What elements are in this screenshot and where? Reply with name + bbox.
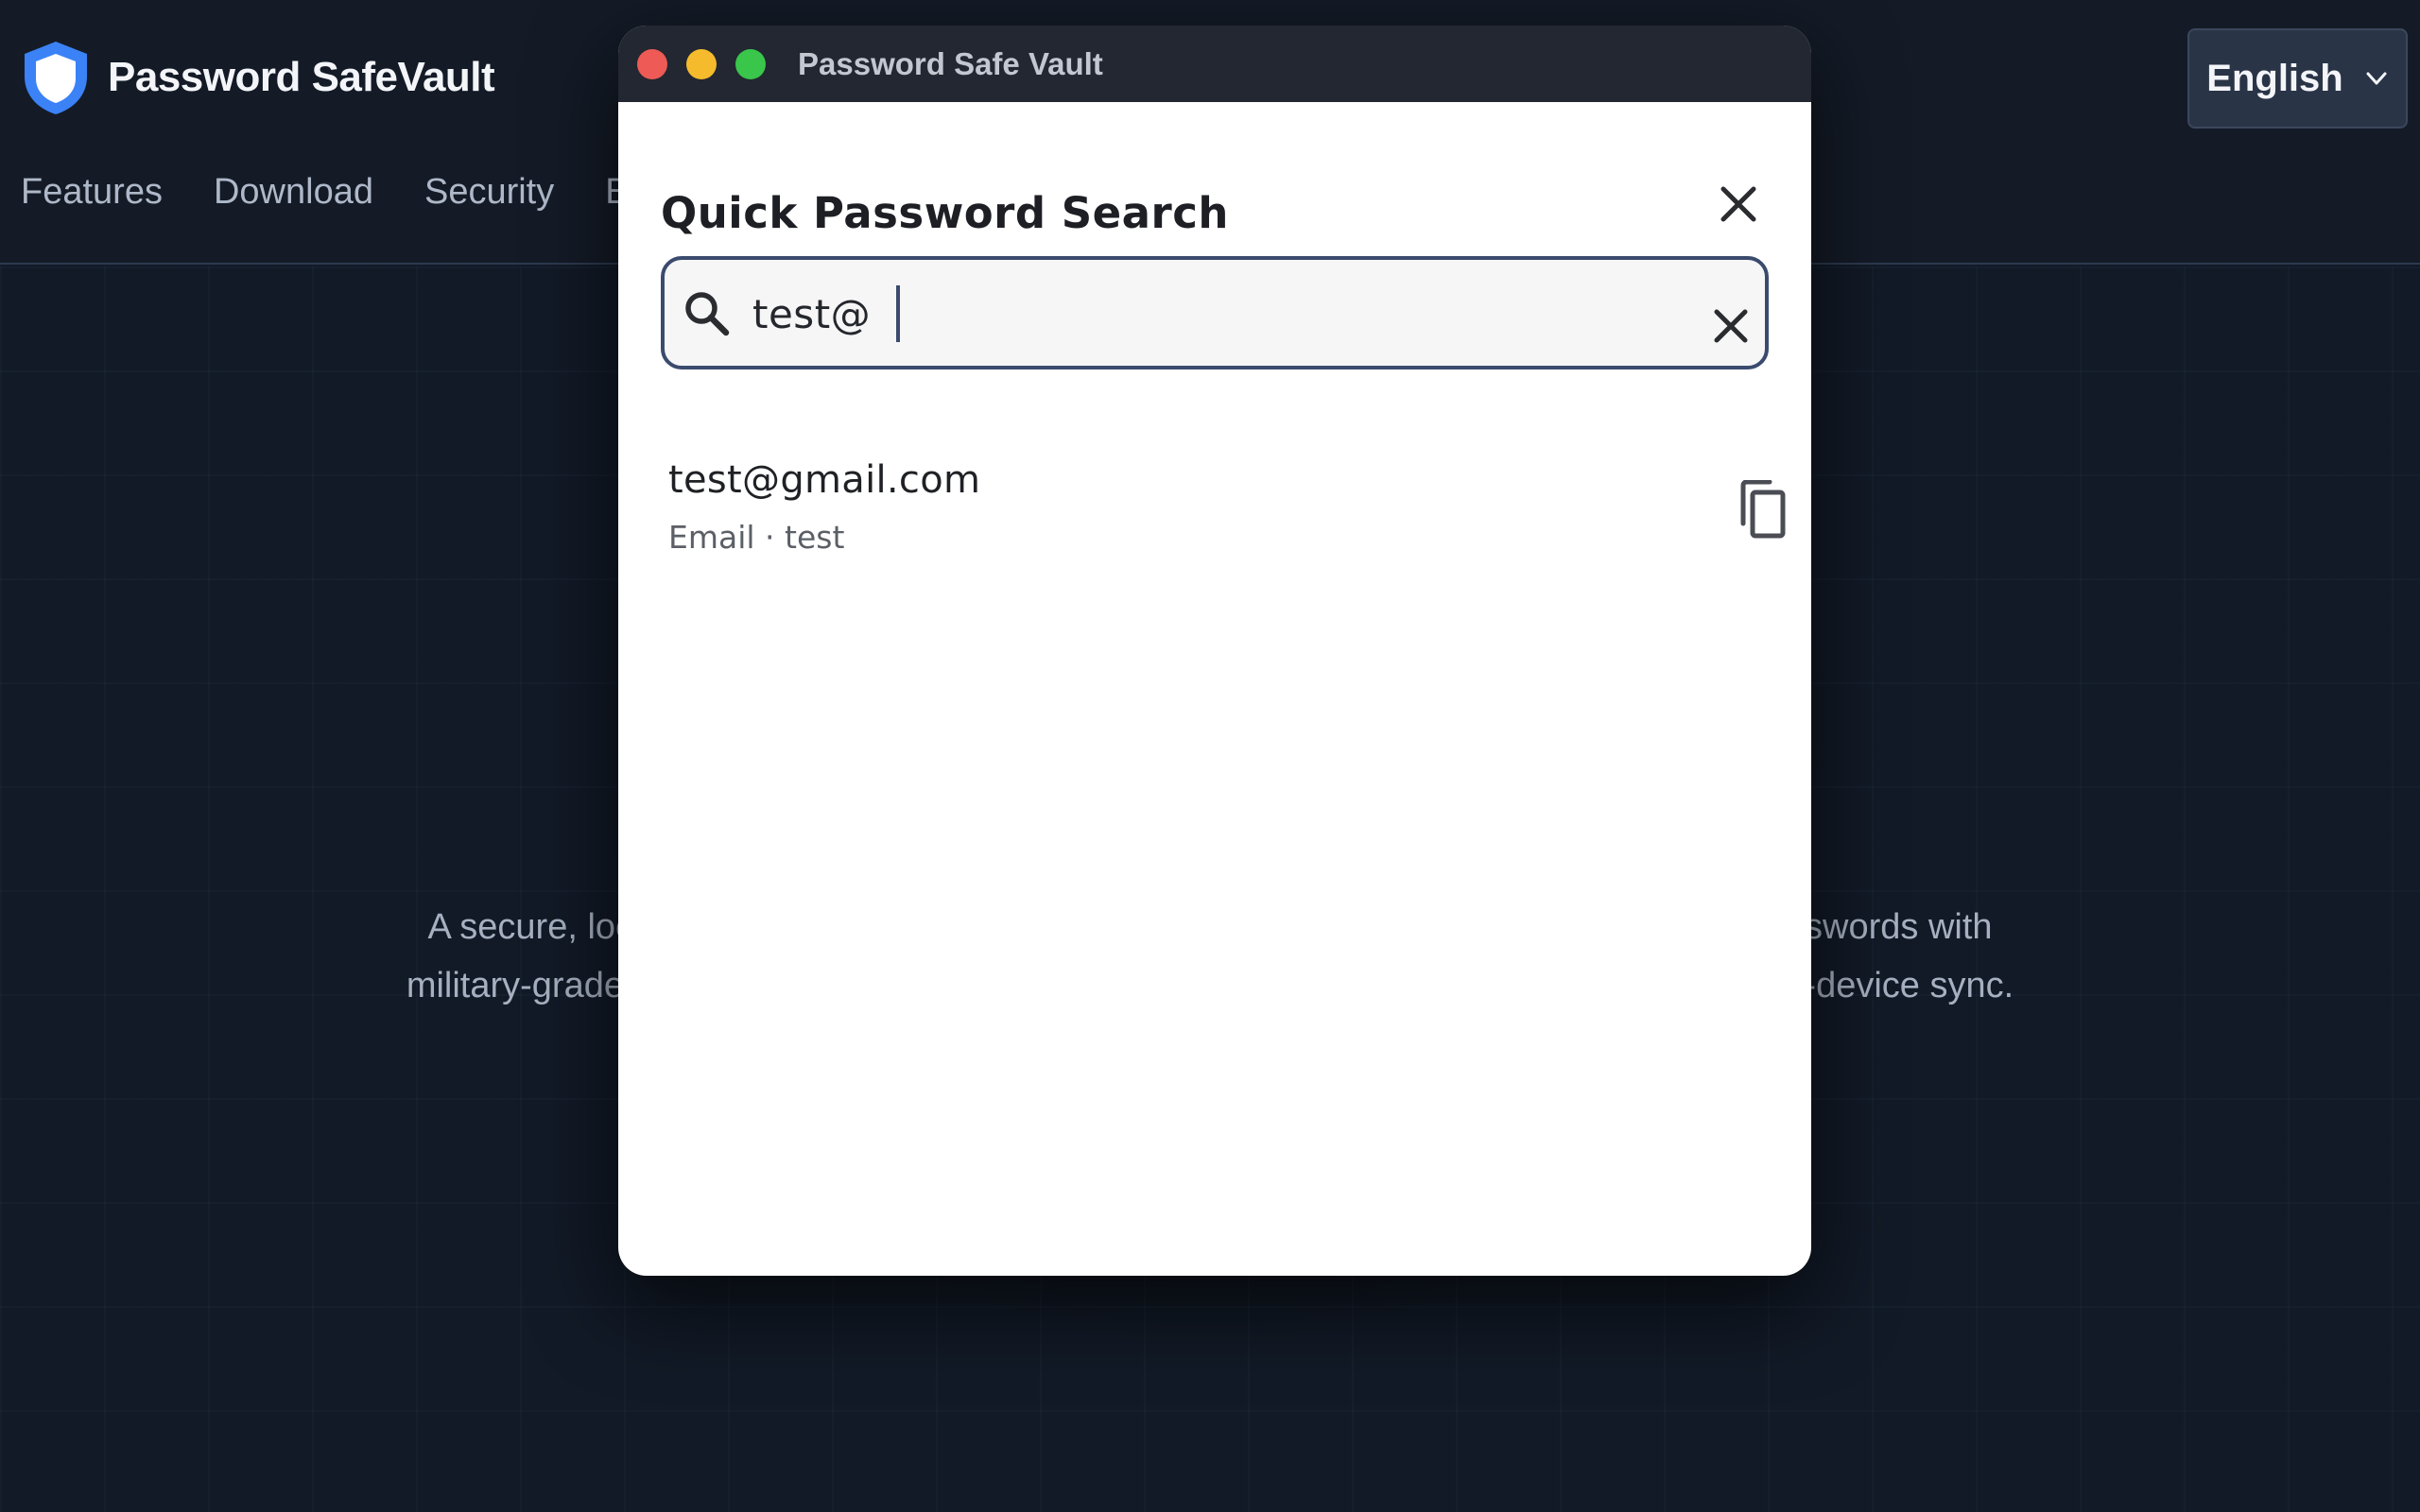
window-titlebar[interactable]: Password Safe Vault [618,26,1811,102]
window-close-button[interactable] [637,48,667,79]
panel-title: Quick Password Search [661,188,1229,238]
search-input[interactable] [752,281,1660,347]
close-icon [1714,309,1748,343]
language-label: English [2206,57,2343,99]
panel-close-button[interactable] [1703,169,1773,239]
search-icon [685,292,730,336]
nav-download[interactable]: Download [214,172,373,213]
app-window: Password Safe Vault Quick Password Searc… [618,26,1811,1276]
text-caret [896,285,900,342]
result-item[interactable]: test@gmail.com Email · test [661,432,1786,574]
brand-name: Password SafeVault [108,54,495,100]
window-maximize-button[interactable] [735,48,766,79]
nav-features[interactable]: Features [21,172,163,213]
result-primary-text: test@gmail.com [668,458,981,502]
search-clear-button[interactable] [1696,291,1766,361]
copy-button[interactable] [1729,472,1795,547]
search-field[interactable] [661,256,1769,369]
window-minimize-button[interactable] [686,48,717,79]
chevron-down-icon [2366,72,2387,85]
brand[interactable]: Password SafeVault [21,38,495,117]
result-secondary-text: Email · test [668,519,845,556]
window-controls [637,48,766,79]
language-select[interactable]: English [2187,28,2408,129]
shield-icon [25,42,87,114]
close-icon [1720,186,1756,222]
window-title: Password Safe Vault [798,45,1103,81]
copy-icon [1740,480,1786,539]
